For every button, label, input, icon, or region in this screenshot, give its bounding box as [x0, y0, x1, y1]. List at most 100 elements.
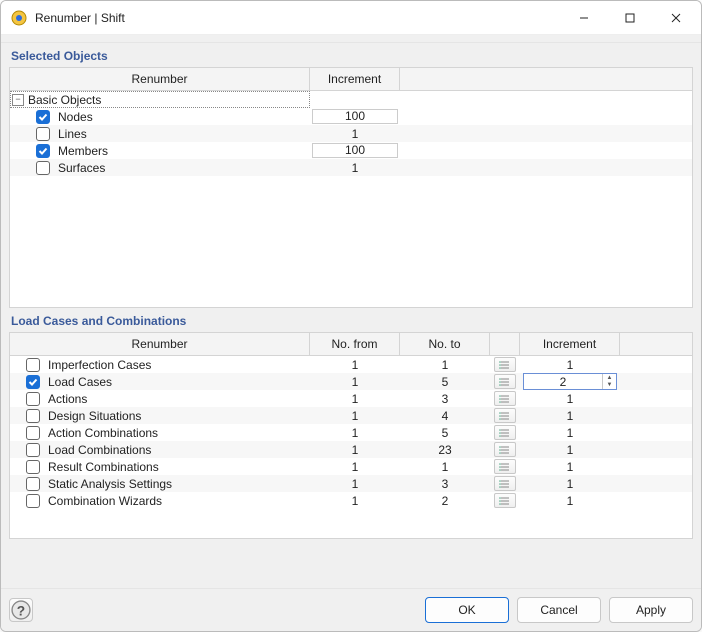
cancel-button[interactable]: Cancel — [517, 597, 601, 623]
no-to[interactable]: 2 — [400, 494, 490, 508]
checkbox[interactable] — [26, 358, 40, 372]
no-from[interactable]: 1 — [310, 460, 400, 474]
no-to[interactable]: 1 — [400, 358, 490, 372]
no-to[interactable]: 4 — [400, 409, 490, 423]
help-button[interactable]: ? — [9, 598, 33, 622]
select-list-icon[interactable] — [494, 408, 516, 423]
no-to[interactable]: 23 — [400, 443, 490, 457]
selected-objects-tree[interactable]: − Basic Objects Nodes 100 Lines 1 Member… — [10, 91, 692, 307]
collapse-icon[interactable]: − — [12, 94, 24, 106]
group-basic-objects[interactable]: − Basic Objects — [10, 91, 310, 108]
checkbox[interactable] — [26, 426, 40, 440]
dialog-window: Renumber | Shift Selected Objects Renumb… — [0, 0, 702, 632]
select-list-icon[interactable] — [494, 374, 516, 389]
object-row: Lines 1 — [10, 125, 692, 142]
load-cases-title: Load Cases and Combinations — [9, 308, 693, 332]
loadcase-label: Imperfection Cases — [46, 358, 151, 372]
no-to[interactable]: 5 — [400, 426, 490, 440]
checkbox[interactable] — [26, 477, 40, 491]
object-label: Surfaces — [56, 161, 105, 175]
object-row: Surfaces 1 — [10, 159, 692, 176]
loadcase-label: Design Situations — [46, 409, 141, 423]
no-from[interactable]: 1 — [310, 477, 400, 491]
dialog-footer: ? OK Cancel Apply — [1, 588, 701, 631]
col2-from[interactable]: No. from — [310, 333, 400, 355]
checkbox[interactable] — [26, 375, 40, 389]
minimize-button[interactable] — [561, 3, 607, 33]
spin-down-icon[interactable]: ▼ — [603, 382, 616, 390]
no-from[interactable]: 1 — [310, 392, 400, 406]
checkbox[interactable] — [36, 110, 50, 124]
increment-value: 1 — [567, 392, 574, 406]
checkbox[interactable] — [26, 392, 40, 406]
load-cases-header: Renumber No. from No. to Increment — [10, 333, 692, 356]
no-to[interactable]: 3 — [400, 477, 490, 491]
no-from[interactable]: 1 — [310, 443, 400, 457]
load-cases-grid[interactable]: Imperfection Cases 1 1 1 Load Cases 1 5 … — [10, 356, 692, 538]
no-from[interactable]: 1 — [310, 426, 400, 440]
selected-objects-title: Selected Objects — [9, 43, 693, 67]
select-list-icon[interactable] — [494, 391, 516, 406]
loadcase-label: Static Analysis Settings — [46, 477, 172, 491]
no-to[interactable]: 1 — [400, 460, 490, 474]
window-title: Renumber | Shift — [35, 11, 125, 25]
increment-value: 1 — [310, 161, 400, 175]
col2-increment[interactable]: Increment — [520, 333, 620, 355]
increment-spinner[interactable]: 2▲▼ — [523, 373, 617, 390]
group-label: Basic Objects — [28, 93, 101, 107]
increment-value: 1 — [567, 460, 574, 474]
loadcase-row: Actions 1 3 1 — [10, 390, 692, 407]
no-to[interactable]: 3 — [400, 392, 490, 406]
no-from[interactable]: 1 — [310, 494, 400, 508]
toolbar-strip — [1, 35, 701, 43]
loadcase-row: Static Analysis Settings 1 3 1 — [10, 475, 692, 492]
spin-up-icon[interactable]: ▲ — [603, 374, 616, 382]
col2-picker — [490, 333, 520, 355]
select-list-icon[interactable] — [494, 493, 516, 508]
loadcase-label: Combination Wizards — [46, 494, 162, 508]
checkbox[interactable] — [26, 460, 40, 474]
loadcase-label: Load Combinations — [46, 443, 151, 457]
object-label: Lines — [56, 127, 87, 141]
col-renumber[interactable]: Renumber — [10, 68, 310, 90]
checkbox[interactable] — [36, 127, 50, 141]
increment-input[interactable]: 100 — [312, 143, 398, 158]
col2-renumber[interactable]: Renumber — [10, 333, 310, 355]
close-button[interactable] — [653, 3, 699, 33]
increment-value: 1 — [567, 494, 574, 508]
selected-objects-panel: Renumber Increment − Basic Objects Nodes… — [9, 67, 693, 308]
checkbox[interactable] — [26, 409, 40, 423]
loadcase-label: Load Cases — [46, 375, 112, 389]
select-list-icon[interactable] — [494, 459, 516, 474]
col2-to[interactable]: No. to — [400, 333, 490, 355]
select-list-icon[interactable] — [494, 476, 516, 491]
loadcase-row: Load Combinations 1 23 1 — [10, 441, 692, 458]
checkbox[interactable] — [26, 443, 40, 457]
select-list-icon[interactable] — [494, 442, 516, 457]
checkbox[interactable] — [36, 144, 50, 158]
loadcase-label: Action Combinations — [46, 426, 158, 440]
ok-button[interactable]: OK — [425, 597, 509, 623]
select-list-icon[interactable] — [494, 357, 516, 372]
increment-value: 1 — [310, 127, 400, 141]
load-cases-panel: Renumber No. from No. to Increment Imper… — [9, 332, 693, 539]
no-from[interactable]: 1 — [310, 409, 400, 423]
loadcase-row: Action Combinations 1 5 1 — [10, 424, 692, 441]
loadcase-row: Design Situations 1 4 1 — [10, 407, 692, 424]
select-list-icon[interactable] — [494, 425, 516, 440]
no-from[interactable]: 1 — [310, 375, 400, 389]
col-increment[interactable]: Increment — [310, 68, 400, 90]
svg-text:?: ? — [17, 604, 25, 619]
loadcase-row: Combination Wizards 1 2 1 — [10, 492, 692, 509]
loadcase-row: Load Cases 1 5 2▲▼ — [10, 373, 692, 390]
object-row: Nodes 100 — [10, 108, 692, 125]
increment-input[interactable]: 100 — [312, 109, 398, 124]
checkbox[interactable] — [26, 494, 40, 508]
increment-value: 1 — [567, 443, 574, 457]
maximize-button[interactable] — [607, 3, 653, 33]
apply-button[interactable]: Apply — [609, 597, 693, 623]
no-from[interactable]: 1 — [310, 358, 400, 372]
checkbox[interactable] — [36, 161, 50, 175]
loadcase-row: Result Combinations 1 1 1 — [10, 458, 692, 475]
no-to[interactable]: 5 — [400, 375, 490, 389]
